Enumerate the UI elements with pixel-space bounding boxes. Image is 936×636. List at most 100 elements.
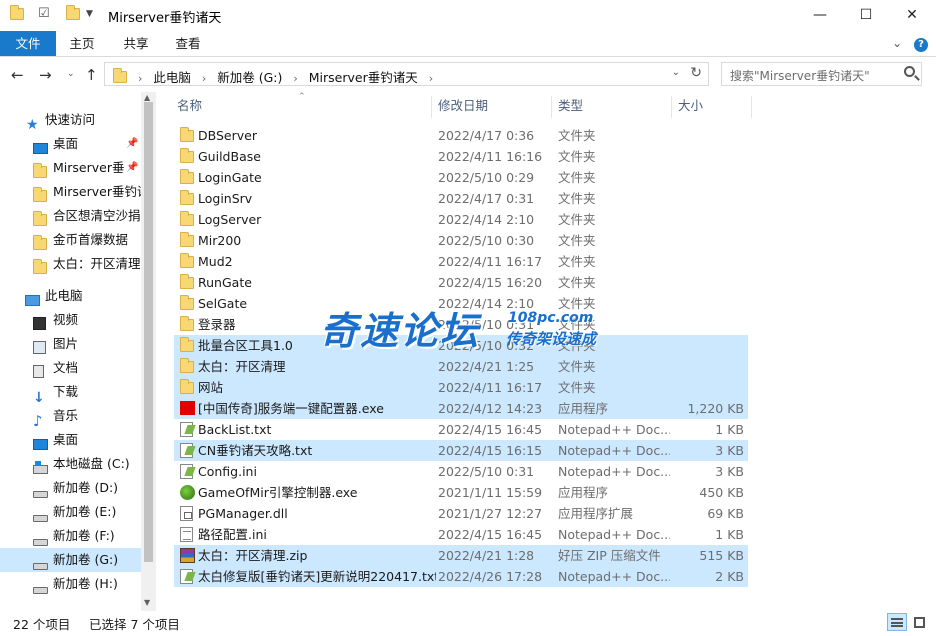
tab-view[interactable]: 查看 — [166, 31, 210, 56]
star-icon: ★ — [26, 117, 39, 132]
nav-quick-access[interactable]: ★ 快速访问 — [0, 108, 156, 132]
refresh-icon[interactable]: ↻ — [690, 65, 702, 81]
file-type: 文件夹 — [558, 254, 596, 269]
file-row[interactable]: PGManager.dll 2021/1/27 12:27 应用程序扩展 69 KB — [174, 503, 748, 524]
address-bar[interactable]: › 此电脑 › 新加卷 (G:) › Mirserver垂钓诸天 › ⌄ ↻ — [104, 62, 709, 86]
file-row[interactable]: LoginGate 2022/5/10 0:29 文件夹 — [174, 167, 748, 188]
nav-pc-item[interactable]: 视频 — [0, 308, 156, 332]
column-header-type[interactable]: 类型 — [558, 92, 583, 120]
nav-pinned-item[interactable]: 合区想清空沙捐 — [0, 204, 156, 228]
tab-file[interactable]: 文件 — [0, 31, 56, 56]
nav-pinned-item[interactable]: Mirserver垂钓诸 — [0, 180, 156, 204]
file-row[interactable]: LoginSrv 2022/4/17 0:31 文件夹 — [174, 188, 748, 209]
breadcrumb-separator-icon[interactable]: › — [202, 72, 206, 85]
maximize-button[interactable]: ☐ — [843, 0, 889, 31]
file-row[interactable]: Mud2 2022/4/11 16:17 文件夹 — [174, 251, 748, 272]
file-row[interactable]: 批量合区工具1.0 2022/5/10 0:32 文件夹 — [174, 335, 748, 356]
file-row[interactable]: BackList.txt 2022/4/15 16:45 Notepad++ Doc… — [174, 419, 748, 440]
breadcrumb-this-pc[interactable]: 此电脑 — [153, 70, 191, 85]
file-type: 应用程序扩展 — [558, 506, 634, 521]
minimize-button[interactable]: — — [797, 0, 843, 31]
nav-this-pc[interactable]: 此电脑 — [0, 284, 156, 308]
nav-label: 本地磁盘 (C:) — [53, 456, 130, 471]
up-arrow-icon[interactable]: ↑ — [85, 66, 98, 84]
file-row[interactable]: GameOfMir引擎控制器.exe 2021/1/11 15:59 应用程序 450… — [174, 482, 748, 503]
nav-pane-scrollbar[interactable]: ▲ ▼ — [141, 92, 156, 611]
details-view-icon[interactable] — [887, 613, 907, 631]
file-name: Config.ini — [198, 464, 257, 479]
file-row[interactable]: GuildBase 2022/4/11 16:16 文件夹 — [174, 146, 748, 167]
nav-label: 新加卷 (F:) — [53, 528, 115, 543]
file-row[interactable]: 网站 2022/4/11 16:17 文件夹 — [174, 377, 748, 398]
file-name: GameOfMir引擎控制器.exe — [198, 485, 358, 500]
pictures-icon — [33, 338, 46, 356]
tab-home[interactable]: 主页 — [60, 31, 104, 56]
search-input[interactable]: 搜索"Mirserver垂钓诸天" — [721, 62, 922, 86]
nav-pc-item[interactable]: 新加卷 (D:) — [0, 476, 156, 500]
os-drive-icon — [33, 458, 48, 476]
nav-pinned-item[interactable]: 太白：开区清理 — [0, 252, 156, 276]
nav-pc-item[interactable]: 本地磁盘 (C:) — [0, 452, 156, 476]
help-icon[interactable]: ? — [914, 38, 928, 52]
file-row[interactable]: DBServer 2022/4/17 0:36 文件夹 — [174, 125, 748, 146]
file-row[interactable]: Mir200 2022/5/10 0:30 文件夹 — [174, 230, 748, 251]
file-row[interactable]: 太白：开区清理 2022/4/21 1:25 文件夹 — [174, 356, 748, 377]
tab-share[interactable]: 共享 — [114, 31, 158, 56]
nav-pc-item[interactable]: 桌面 — [0, 428, 156, 452]
file-row[interactable]: CN垂钓诸天攻略.txt 2022/4/15 16:15 Notepad++ Doc… — [174, 440, 748, 461]
nav-pinned-item[interactable]: Mirserver垂 📌 — [0, 156, 156, 180]
file-row[interactable]: SelGate 2022/4/14 2:10 文件夹 — [174, 293, 748, 314]
column-header-size[interactable]: 大小 — [678, 92, 703, 120]
nav-pc-item[interactable]: ♪ 音乐 — [0, 404, 156, 428]
column-divider[interactable] — [551, 96, 552, 118]
forward-arrow-icon[interactable]: → — [39, 66, 52, 84]
breadcrumb-drive-g[interactable]: 新加卷 (G:) — [217, 70, 282, 85]
recent-locations-chevron-icon[interactable]: ⌄ — [67, 69, 75, 79]
pin-icon[interactable]: 📌 — [126, 132, 138, 156]
file-row[interactable]: Config.ini 2022/5/10 0:31 Notepad++ Doc...… — [174, 461, 748, 482]
quick-access-toolbar-dropdown-icon[interactable]: ▼ — [86, 9, 93, 19]
file-row[interactable]: 太白：开区清理.zip 2022/4/21 1:28 好压 ZIP 压缩文件 515 … — [174, 545, 748, 566]
file-row[interactable]: 路径配置.ini 2022/4/15 16:45 Notepad++ Doc... 1… — [174, 524, 748, 545]
pin-icon[interactable]: 📌 — [126, 156, 138, 180]
back-arrow-icon[interactable]: ← — [11, 66, 24, 84]
nav-pinned-item[interactable]: 桌面 📌 — [0, 132, 156, 156]
breadcrumb-separator-icon[interactable]: › — [138, 72, 142, 85]
nav-pc-item[interactable]: 新加卷 (E:) — [0, 500, 156, 524]
file-row[interactable]: [中国传奇]服务端一键配置器.exe 2022/4/12 14:23 应用程序 1,2… — [174, 398, 748, 419]
file-name: 网站 — [198, 380, 224, 395]
scrollbar-thumb[interactable] — [144, 102, 153, 562]
file-date: 2021/1/11 15:59 — [438, 485, 543, 500]
properties-icon[interactable]: ☑ — [38, 6, 50, 21]
breadcrumb-separator-icon[interactable]: › — [429, 72, 433, 85]
column-header-name[interactable]: 名称 — [177, 92, 202, 120]
file-date: 2022/5/10 0:32 — [438, 338, 535, 353]
folder-icon — [10, 5, 24, 23]
expand-ribbon-icon[interactable]: ⌄ — [892, 36, 902, 50]
column-divider[interactable] — [431, 96, 432, 118]
column-divider[interactable] — [671, 96, 672, 118]
close-button[interactable]: ✕ — [889, 0, 935, 31]
breadcrumb-separator-icon[interactable]: › — [293, 72, 297, 85]
nav-pc-item[interactable]: 文档 — [0, 356, 156, 380]
file-size: 69 KB — [707, 506, 744, 521]
nav-pinned-item[interactable]: 金币首爆数据 — [0, 228, 156, 252]
nav-pc-item[interactable]: ↓ 下载 — [0, 380, 156, 404]
large-icons-view-icon[interactable] — [909, 613, 929, 631]
nav-pc-item[interactable]: 新加卷 (G:) — [0, 548, 156, 572]
nav-pc-item[interactable]: 新加卷 (F:) — [0, 524, 156, 548]
scroll-down-arrow-icon[interactable]: ▼ — [144, 598, 150, 607]
breadcrumb-current-folder[interactable]: Mirserver垂钓诸天 — [309, 70, 418, 85]
file-row[interactable]: 太白修复版[垂钓诸天]更新说明220417.txt 2022/4/26 17:28… — [174, 566, 748, 587]
address-dropdown-icon[interactable]: ⌄ — [672, 67, 680, 78]
file-row[interactable]: 登录器 2022/5/10 0:31 文件夹 — [174, 314, 748, 335]
file-row[interactable]: RunGate 2022/4/15 16:20 文件夹 — [174, 272, 748, 293]
file-row[interactable]: LogServer 2022/4/14 2:10 文件夹 — [174, 209, 748, 230]
nav-pc-item[interactable]: 图片 — [0, 332, 156, 356]
new-folder-icon[interactable] — [66, 5, 80, 23]
file-size: 2 KB — [715, 569, 744, 584]
scroll-up-arrow-icon[interactable]: ▲ — [144, 93, 150, 102]
column-header-date[interactable]: 修改日期 — [438, 92, 488, 120]
nav-pc-item[interactable]: 新加卷 (H:) — [0, 572, 156, 596]
column-divider[interactable] — [751, 96, 752, 118]
